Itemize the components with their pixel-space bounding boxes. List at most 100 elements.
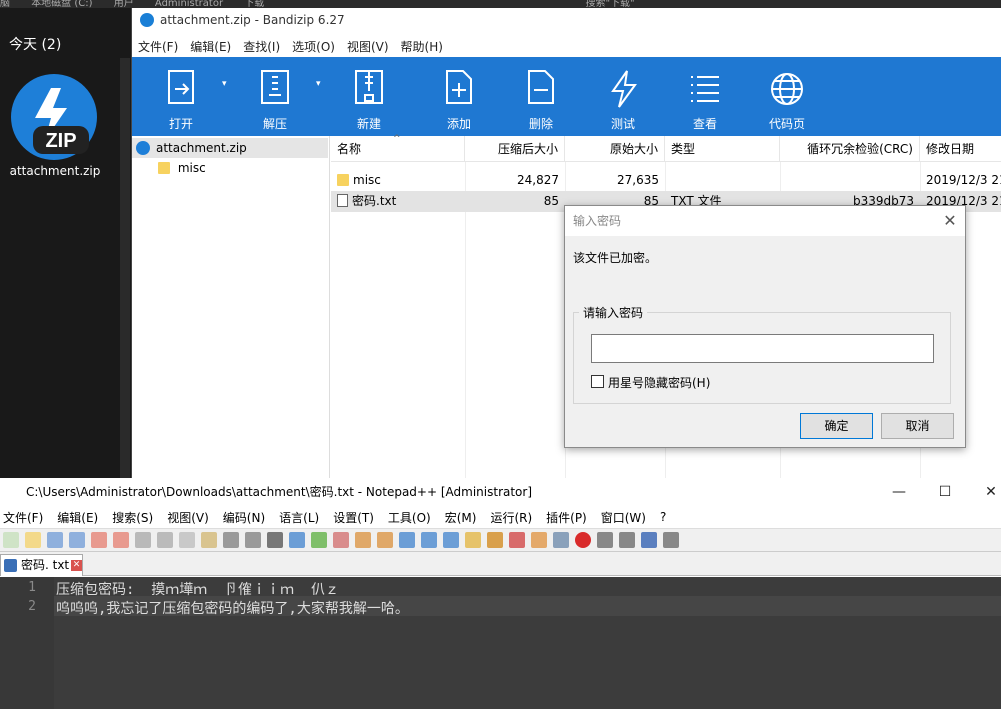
- record-macro-icon[interactable]: [575, 532, 591, 548]
- bandizip-file-icon[interactable]: ZIP: [11, 74, 97, 160]
- cancel-button[interactable]: 取消: [881, 413, 954, 439]
- hide-password-checkbox[interactable]: [591, 375, 604, 388]
- open-dropdown-icon[interactable]: ▾: [222, 57, 234, 136]
- minimize-icon[interactable]: —: [876, 478, 922, 506]
- editor-area[interactable]: 1 压缩包密码: 摸ｍ墷ｍ 卪傕ｉｉｍ 仈ｚ 2 呜呜呜,我忘记了压缩包密码的编…: [0, 577, 1001, 709]
- find-icon[interactable]: [267, 532, 283, 548]
- save-macro-icon[interactable]: [663, 532, 679, 548]
- column-crc[interactable]: 循环冗余检验(CRC): [780, 136, 920, 161]
- menu-find[interactable]: 查找(I): [243, 38, 280, 55]
- line-number: 2: [28, 599, 36, 614]
- menu-edit[interactable]: 编辑(E): [57, 509, 98, 526]
- tree-item-misc[interactable]: misc: [132, 158, 328, 178]
- menu-help[interactable]: ?: [660, 510, 666, 524]
- lang-define-icon[interactable]: [465, 532, 481, 548]
- breadcrumb-item[interactable]: Administrator: [155, 0, 223, 8]
- close-all-icon[interactable]: [113, 532, 129, 548]
- show-all-chars-icon[interactable]: [421, 532, 437, 548]
- stop-macro-icon[interactable]: [597, 532, 613, 548]
- menu-settings[interactable]: 设置(T): [333, 509, 374, 526]
- open-button[interactable]: 打开: [140, 57, 222, 136]
- cell-packed: 85: [543, 194, 559, 208]
- view-label: 查看: [692, 117, 717, 131]
- close-file-icon[interactable]: [91, 532, 107, 548]
- new-archive-button[interactable]: 新建: [328, 57, 410, 136]
- file-name-label[interactable]: attachment.zip: [0, 164, 110, 178]
- menu-view[interactable]: 视图(V): [347, 38, 389, 55]
- menu-plugins[interactable]: 插件(P): [546, 509, 587, 526]
- scrollbar[interactable]: [120, 58, 130, 478]
- tree-item-archive[interactable]: attachment.zip: [132, 138, 328, 158]
- column-packed-size[interactable]: 压缩后大小: [465, 136, 565, 161]
- ok-button[interactable]: 确定: [800, 413, 873, 439]
- extract-button[interactable]: 解压: [234, 57, 316, 136]
- tab-close-icon[interactable]: ✕: [71, 560, 82, 571]
- codepage-label: 代码页: [768, 117, 805, 131]
- code-line[interactable]: 压缩包密码: 摸ｍ墷ｍ 卪傕ｉｉｍ 仈ｚ: [56, 579, 339, 599]
- save-icon[interactable]: [47, 532, 63, 548]
- menu-encoding[interactable]: 编码(N): [223, 509, 265, 526]
- hide-password-label[interactable]: 用星号隐藏密码(H): [608, 374, 710, 391]
- menu-view[interactable]: 视图(V): [167, 509, 209, 526]
- folder-workspace-icon[interactable]: [531, 532, 547, 548]
- run-macro-multiple-icon[interactable]: [641, 532, 657, 548]
- new-label: 新建: [356, 117, 381, 131]
- maximize-icon[interactable]: ☐: [922, 478, 968, 506]
- copy-icon[interactable]: [179, 532, 195, 548]
- menu-edit[interactable]: 编辑(E): [190, 38, 231, 55]
- zoom-in-icon[interactable]: [311, 532, 327, 548]
- word-wrap-icon[interactable]: [399, 532, 415, 548]
- zoom-out-icon[interactable]: [333, 532, 349, 548]
- breadcrumb-item[interactable]: 本地磁盘 (C:): [31, 0, 92, 8]
- column-size[interactable]: 原始大小: [565, 136, 665, 161]
- save-all-icon[interactable]: [69, 532, 85, 548]
- tree-item-label: attachment.zip: [156, 141, 247, 155]
- search-box[interactable]: 搜索"下载": [585, 0, 634, 8]
- paste-icon[interactable]: [201, 532, 217, 548]
- list-item[interactable]: misc 24,827 27,635 2019/12/3 21:: [331, 170, 1001, 191]
- sync-horizontal-icon[interactable]: [377, 532, 393, 548]
- breadcrumb-item[interactable]: 用户: [114, 0, 134, 8]
- column-date[interactable]: 修改日期: [920, 136, 1001, 161]
- undo-icon[interactable]: [223, 532, 239, 548]
- function-list-icon[interactable]: [509, 532, 525, 548]
- close-window-icon[interactable]: ✕: [968, 478, 1001, 506]
- sync-vertical-icon[interactable]: [355, 532, 371, 548]
- breadcrumb-item[interactable]: 下载: [244, 0, 264, 8]
- breadcrumb-item[interactable]: 脑: [0, 0, 10, 8]
- test-button[interactable]: 测试: [582, 57, 664, 136]
- view-button[interactable]: 查看: [664, 57, 746, 136]
- add-button[interactable]: 添加: [418, 57, 500, 136]
- replace-icon[interactable]: [289, 532, 305, 548]
- print-icon[interactable]: [135, 532, 151, 548]
- menu-run[interactable]: 运行(R): [490, 509, 532, 526]
- menu-macro[interactable]: 宏(M): [445, 509, 477, 526]
- column-type[interactable]: 类型: [665, 136, 780, 161]
- redo-icon[interactable]: [245, 532, 261, 548]
- menu-file[interactable]: 文件(F): [138, 38, 178, 55]
- delete-label: 删除: [528, 117, 553, 131]
- close-icon[interactable]: ✕: [939, 210, 961, 232]
- menu-language[interactable]: 语言(L): [279, 509, 319, 526]
- menu-options[interactable]: 选项(O): [292, 38, 335, 55]
- menu-tools[interactable]: 工具(O): [388, 509, 431, 526]
- monitoring-icon[interactable]: [553, 532, 569, 548]
- code-line[interactable]: 呜呜呜,我忘记了压缩包密码的编码了,大家帮我解一哈。: [56, 598, 409, 618]
- doc-map-icon[interactable]: [487, 532, 503, 548]
- menu-file[interactable]: 文件(F): [3, 509, 43, 526]
- menu-search[interactable]: 搜索(S): [112, 509, 153, 526]
- cut-icon[interactable]: [157, 532, 173, 548]
- indent-guide-icon[interactable]: [443, 532, 459, 548]
- menu-help[interactable]: 帮助(H): [401, 38, 443, 55]
- tab-file[interactable]: 密码. txt ✕: [0, 554, 83, 576]
- new-file-icon[interactable]: [3, 532, 19, 548]
- open-file-icon[interactable]: [25, 532, 41, 548]
- extract-dropdown-icon[interactable]: ▾: [316, 57, 328, 136]
- delete-button[interactable]: 删除: [500, 57, 582, 136]
- group-header[interactable]: 今天 (2): [9, 34, 61, 54]
- codepage-button[interactable]: 代码页: [746, 57, 828, 136]
- cell-type: [665, 170, 780, 191]
- play-macro-icon[interactable]: [619, 532, 635, 548]
- menu-window[interactable]: 窗口(W): [601, 509, 646, 526]
- password-input[interactable]: [591, 334, 934, 363]
